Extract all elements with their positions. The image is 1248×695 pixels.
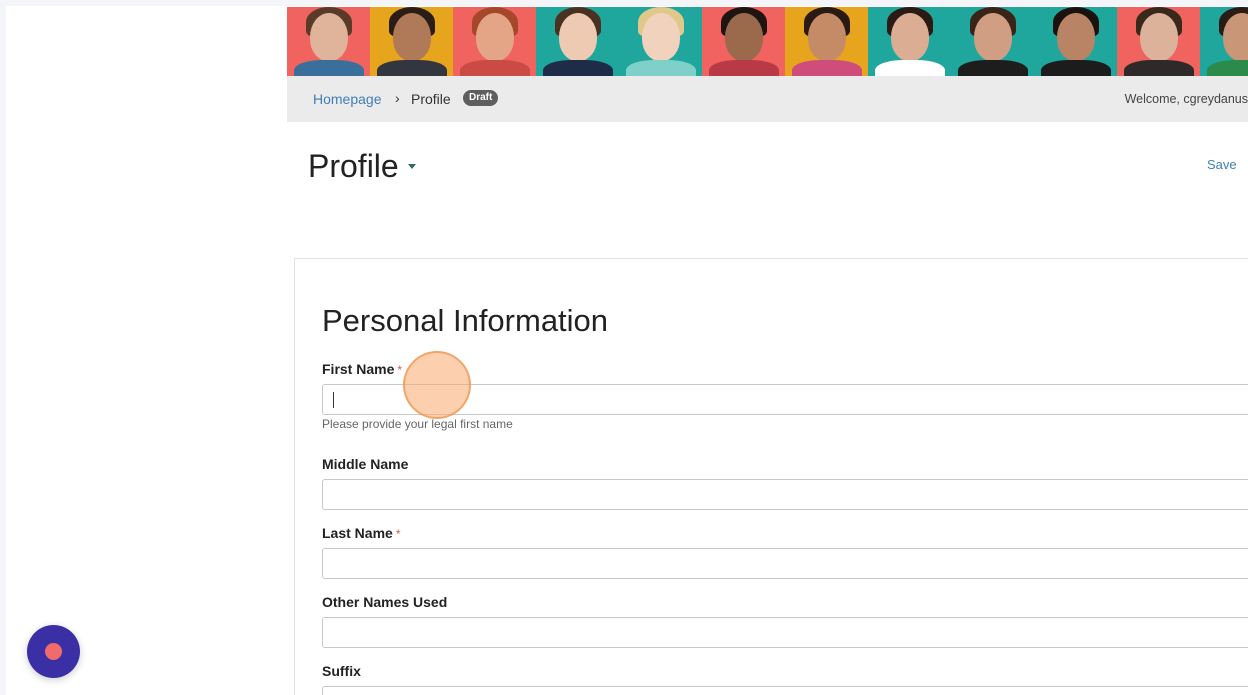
page-title: Profile bbox=[308, 148, 399, 184]
portrait-face bbox=[641, 13, 680, 61]
header-banner bbox=[287, 7, 1248, 76]
portrait-face bbox=[890, 13, 929, 61]
portrait-shirt bbox=[1206, 60, 1248, 76]
banner-photo-tile bbox=[868, 7, 951, 76]
banner-photo-tile bbox=[287, 7, 370, 76]
breadcrumb-home-link[interactable]: Homepage bbox=[313, 91, 382, 107]
breadcrumb: Homepage › Profile Draft Welcome, cgreyd… bbox=[287, 76, 1248, 122]
portrait-face bbox=[309, 13, 348, 61]
portrait-shirt bbox=[1040, 60, 1111, 76]
first-name-label-text: First Name bbox=[322, 361, 395, 377]
last-name-label-text: Last Name bbox=[322, 525, 393, 541]
middle-name-label: Middle Name bbox=[322, 456, 409, 472]
portrait-face bbox=[475, 13, 514, 61]
banner-photo-tile bbox=[1034, 7, 1117, 76]
banner-photo-tile bbox=[702, 7, 785, 76]
banner-photo-tile bbox=[1117, 7, 1200, 76]
banner-photo-tile bbox=[536, 7, 619, 76]
portrait-face bbox=[392, 13, 431, 61]
required-marker: * bbox=[395, 527, 401, 541]
middle-name-input[interactable] bbox=[322, 479, 1248, 510]
portrait-face bbox=[558, 13, 597, 61]
first-name-label: First Name * bbox=[322, 361, 402, 377]
portrait-shirt bbox=[459, 60, 530, 76]
other-names-input[interactable] bbox=[322, 617, 1248, 648]
banner-photo-tile bbox=[785, 7, 868, 76]
suffix-label: Suffix bbox=[322, 663, 361, 679]
other-names-label: Other Names Used bbox=[322, 594, 448, 610]
click-indicator bbox=[403, 351, 471, 419]
chat-launcher-button[interactable] bbox=[27, 625, 80, 678]
portrait-shirt bbox=[791, 60, 862, 76]
breadcrumb-separator-icon: › bbox=[395, 90, 400, 106]
portrait-shirt bbox=[957, 60, 1028, 76]
breadcrumb-current: Profile bbox=[411, 91, 451, 107]
portrait-shirt bbox=[542, 60, 613, 76]
draft-status-badge: Draft bbox=[463, 90, 499, 106]
portrait-shirt bbox=[874, 60, 945, 76]
portrait-shirt bbox=[376, 60, 447, 76]
caret-down-icon[interactable] bbox=[408, 164, 416, 169]
portrait-face bbox=[807, 13, 846, 61]
chat-launcher-icon bbox=[45, 643, 62, 660]
portrait-face bbox=[1139, 13, 1178, 61]
portrait-shirt bbox=[625, 60, 696, 76]
banner-photo-tile bbox=[1200, 7, 1248, 76]
save-button[interactable]: Save bbox=[1207, 157, 1237, 172]
banner-photo-tile bbox=[453, 7, 536, 76]
portrait-face bbox=[724, 13, 763, 61]
portrait-shirt bbox=[1123, 60, 1194, 76]
portrait-face bbox=[973, 13, 1012, 61]
first-name-help-text: Please provide your legal first name bbox=[322, 417, 513, 431]
banner-photo-tile bbox=[370, 7, 453, 76]
portrait-shirt bbox=[708, 60, 779, 76]
banner-photo-tile bbox=[619, 7, 702, 76]
welcome-message: Welcome, cgreydanus bbox=[1124, 92, 1248, 106]
text-cursor bbox=[333, 392, 334, 408]
last-name-input[interactable] bbox=[322, 548, 1248, 579]
section-title: Personal Information bbox=[322, 303, 609, 338]
portrait-face bbox=[1056, 13, 1095, 61]
last-name-label: Last Name * bbox=[322, 525, 400, 541]
required-marker: * bbox=[397, 363, 403, 377]
suffix-input[interactable] bbox=[322, 686, 1248, 695]
banner-photo-tile bbox=[951, 7, 1034, 76]
portrait-shirt bbox=[293, 60, 364, 76]
